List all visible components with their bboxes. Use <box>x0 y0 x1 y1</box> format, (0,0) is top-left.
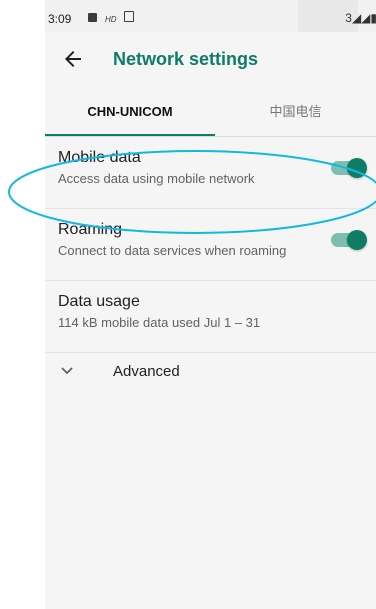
signal-battery-icon: 3◢◢▮ <box>345 11 376 25</box>
data-usage-subtitle: 114 kB mobile data used Jul 1 – 31 <box>58 315 261 330</box>
page-title: Network settings <box>113 49 259 69</box>
mobile-data-subtitle: Access data using mobile network <box>58 171 255 186</box>
roaming-title: Roaming <box>58 221 123 238</box>
arrow-back-icon[interactable] <box>61 47 85 71</box>
status-time: 3:09 <box>48 12 72 26</box>
sim-tabs: CHN-UNICOM 中国电信 <box>45 88 376 137</box>
roaming-subtitle: Connect to data services when roaming <box>58 243 287 258</box>
mobile-data-title: Mobile data <box>58 149 141 166</box>
tab-indicator <box>45 134 215 136</box>
data-usage-setting[interactable]: Data usage 114 kB mobile data used Jul 1… <box>45 281 376 353</box>
app-toolbar: Network settings <box>45 32 376 88</box>
status-bar: 3:09 HD 3◢◢▮ <box>45 0 376 32</box>
tab-chn-unicom[interactable]: CHN-UNICOM <box>45 88 215 136</box>
hd-icon: HD <box>105 15 117 24</box>
roaming-toggle[interactable] <box>331 229 367 251</box>
image-notification-icon <box>88 13 97 22</box>
advanced-setting[interactable]: Advanced <box>45 352 376 392</box>
roaming-switch-thumb <box>347 230 367 250</box>
mobile-data-setting[interactable]: Mobile data Access data using mobile net… <box>45 137 376 209</box>
roaming-setting[interactable]: Roaming Connect to data services when ro… <box>45 209 376 281</box>
tab-china-telecom[interactable]: 中国电信 <box>215 88 376 136</box>
data-usage-title: Data usage <box>58 293 140 310</box>
vibrate-icon <box>124 11 134 22</box>
advanced-label: Advanced <box>113 363 180 380</box>
network-settings-screen: 3:09 HD 3◢◢▮ Network settings CHN-UNICOM… <box>45 0 376 609</box>
mobile-data-toggle[interactable] <box>331 157 367 179</box>
chevron-down-icon[interactable] <box>59 362 75 378</box>
mobile-data-switch-thumb <box>347 158 367 178</box>
